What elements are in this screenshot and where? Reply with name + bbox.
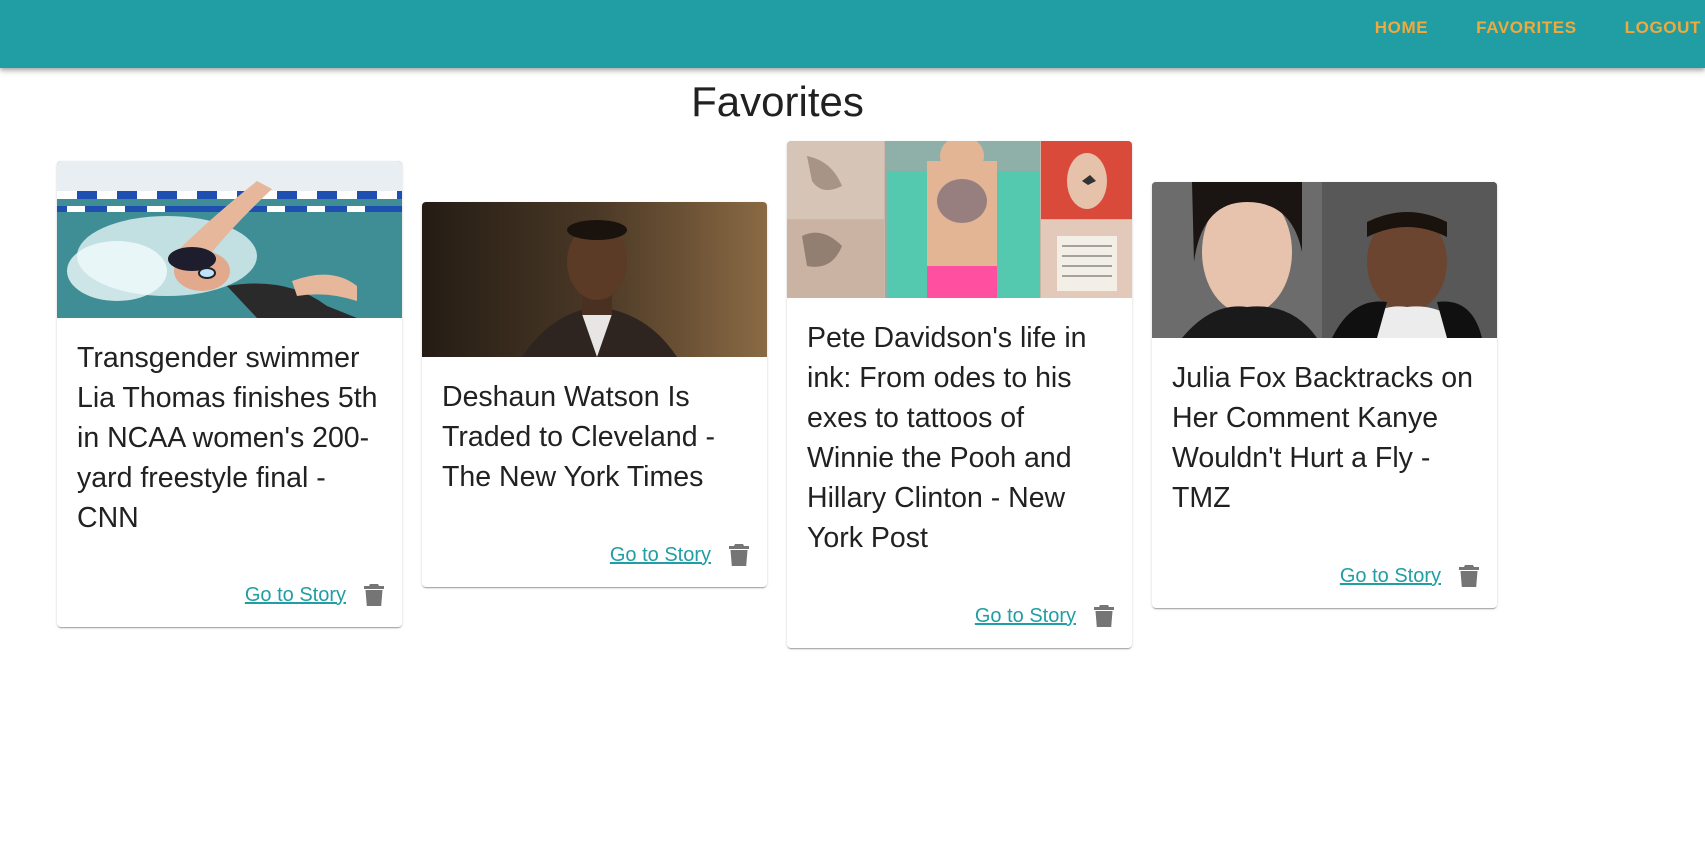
nav-favorites-link[interactable]: FAVORITES bbox=[1464, 18, 1589, 38]
couple-photo bbox=[1152, 182, 1497, 338]
delete-button[interactable] bbox=[360, 581, 388, 609]
nav-menu: HOME FAVORITES LOGOUT bbox=[1339, 0, 1705, 56]
card-actions: Go to Story bbox=[245, 581, 388, 609]
trash-icon bbox=[1459, 565, 1479, 587]
page-title: Favorites bbox=[691, 78, 864, 125]
trash-icon bbox=[1094, 605, 1114, 627]
favorite-card: Julia Fox Backtracks on Her Comment Kany… bbox=[1152, 182, 1497, 608]
tattoo-collage-photo bbox=[787, 141, 1132, 298]
app-bar: HOME FAVORITES LOGOUT bbox=[0, 0, 1705, 68]
card-actions: Go to Story bbox=[610, 541, 753, 569]
go-to-story-link[interactable]: Go to Story bbox=[610, 544, 711, 567]
trash-icon bbox=[729, 544, 749, 566]
card-title: Pete Davidson's life in ink: From odes t… bbox=[807, 322, 1087, 554]
nav-home-link[interactable]: HOME bbox=[1363, 18, 1440, 38]
card-actions: Go to Story bbox=[1340, 562, 1483, 590]
favorite-card: Pete Davidson's life in ink: From odes t… bbox=[787, 141, 1132, 648]
go-to-story-link[interactable]: Go to Story bbox=[245, 584, 346, 607]
delete-button[interactable] bbox=[725, 541, 753, 569]
favorite-card: Deshaun Watson Is Traded to Cleveland - … bbox=[422, 202, 767, 587]
swimmer-photo bbox=[57, 161, 402, 318]
card-actions: Go to Story bbox=[975, 602, 1118, 630]
delete-button[interactable] bbox=[1455, 562, 1483, 590]
delete-button[interactable] bbox=[1090, 602, 1118, 630]
nav-logout-link[interactable]: LOGOUT bbox=[1613, 18, 1705, 38]
favorite-card: Transgender swimmer Lia Thomas finishes … bbox=[57, 161, 402, 627]
go-to-story-link[interactable]: Go to Story bbox=[975, 605, 1076, 628]
trash-icon bbox=[364, 584, 384, 606]
man-in-suit-photo bbox=[422, 202, 767, 357]
go-to-story-link[interactable]: Go to Story bbox=[1340, 565, 1441, 588]
